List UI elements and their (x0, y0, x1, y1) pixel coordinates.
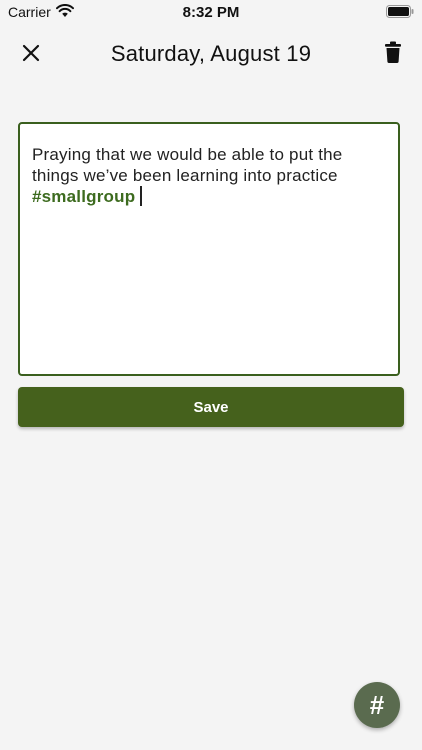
note-text: Praying that we would be able to put the… (32, 145, 343, 185)
hashtag-fab-button[interactable]: # (354, 682, 400, 728)
text-cursor (140, 186, 143, 206)
status-time: 8:32 PM (182, 4, 240, 21)
delete-button[interactable] (378, 39, 408, 69)
page-title: Saturday, August 19 (110, 41, 312, 66)
status-bar: Carrier 8:32 PM (0, 0, 422, 24)
note-text-area[interactable]: Praying that we would be able to put the… (18, 122, 400, 376)
note-content: Praying that we would be able to put the… (32, 144, 382, 207)
battery-icon (386, 5, 414, 18)
trash-icon (385, 41, 401, 68)
save-button[interactable]: Save (18, 387, 404, 427)
nav-bar: Saturday, August 19 (0, 30, 422, 78)
note-hashtag: #smallgroup (32, 187, 136, 206)
